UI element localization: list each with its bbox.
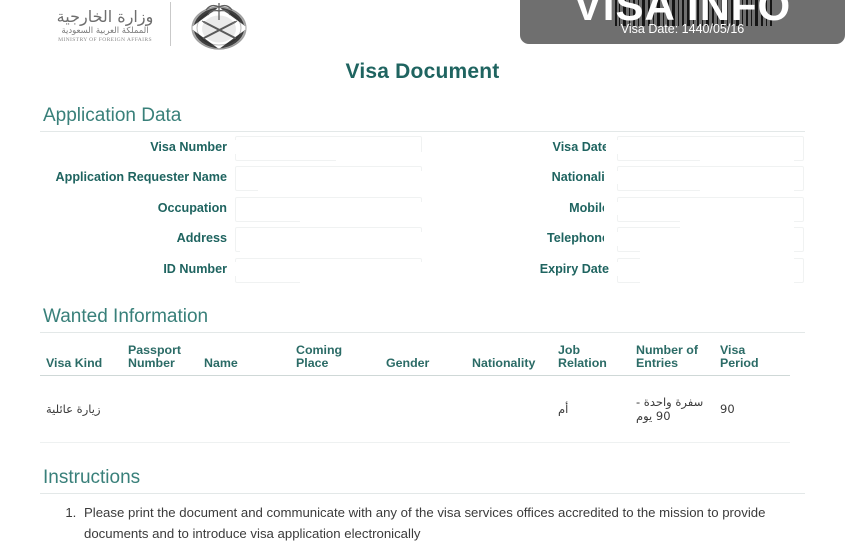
document-header: وزارة الخارجية المملكة العربية السعودية … bbox=[0, 0, 845, 56]
cell-number-of-entries: سفرة واحدة - 90 يوم bbox=[630, 375, 714, 444]
column-header-coming-place: Coming Place bbox=[290, 343, 380, 377]
column-header-name: Name bbox=[198, 344, 290, 377]
ministry-of-foreign-affairs-logo: وزارة الخارجية المملكة العربية السعودية … bbox=[44, 4, 166, 48]
application-data-form: Visa Number Visa Date Application Reques… bbox=[40, 136, 805, 288]
form-field-application-requester-name: Application Requester Name bbox=[40, 166, 422, 192]
form-field-telephone: Telephone bbox=[422, 227, 804, 253]
application-data-heading: Application Data bbox=[43, 105, 182, 126]
form-row: Visa Number Visa Date bbox=[40, 136, 805, 166]
list-item: Please print the document and communicat… bbox=[80, 503, 805, 544]
wanted-information-table: Visa Kind Passport Number Name Coming Pl… bbox=[40, 343, 790, 444]
application-requester-name-input[interactable] bbox=[235, 166, 422, 192]
form-field-nationality: Nationalit bbox=[422, 166, 804, 192]
field-label: Nationalit bbox=[551, 170, 609, 185]
id-number-input[interactable] bbox=[235, 257, 422, 283]
form-row: Application Requester Name Nationalit bbox=[40, 166, 805, 196]
ministry-name-arabic: وزارة الخارجية bbox=[56, 6, 155, 26]
page-title: Visa Document bbox=[345, 60, 500, 83]
field-label: Application Requester Name bbox=[55, 170, 227, 185]
column-header-nationality: Nationality bbox=[466, 344, 552, 377]
field-label: Visa Date bbox=[552, 140, 609, 154]
cell-visa-period: 90 bbox=[714, 375, 790, 444]
form-row: Occupation Mobile bbox=[40, 196, 805, 227]
field-label: Address bbox=[176, 231, 227, 246]
occupation-input[interactable] bbox=[235, 196, 422, 222]
form-row: Address Telephone bbox=[40, 227, 805, 257]
logo-divider bbox=[170, 2, 171, 46]
form-row: ID Number Expiry Date bbox=[40, 257, 805, 288]
table-row: زيارة عائلية أم سفرة واحدة - 90 يوم 90 bbox=[40, 375, 790, 444]
column-header-gender: Gender bbox=[380, 344, 466, 377]
address-input[interactable] bbox=[235, 227, 422, 253]
form-field-address: Address bbox=[40, 227, 422, 253]
cell-name bbox=[198, 375, 290, 444]
column-header-job-relation: Job Relation bbox=[552, 343, 630, 377]
field-label: Mobile bbox=[569, 200, 609, 215]
column-header-passport-number: Passport Number bbox=[122, 343, 198, 377]
column-header-visa-kind: Visa Kind bbox=[40, 344, 122, 377]
field-label: ID Number bbox=[163, 261, 227, 276]
form-field-id-number: ID Number bbox=[40, 257, 422, 283]
field-label: Occupation bbox=[157, 200, 227, 215]
cell-job-relation: أم bbox=[552, 375, 630, 444]
telephone-input[interactable] bbox=[617, 227, 804, 253]
section-divider bbox=[40, 493, 805, 494]
expiry-date-input[interactable] bbox=[617, 257, 804, 283]
section-divider bbox=[40, 131, 805, 132]
instructions-list: Please print the document and communicat… bbox=[40, 503, 805, 544]
saudi-national-emblem-icon bbox=[180, 0, 258, 52]
application-data-section: Application Data bbox=[40, 104, 805, 132]
table-header-row: Visa Kind Passport Number Name Coming Pl… bbox=[40, 343, 790, 377]
wanted-information-section: Wanted Information bbox=[40, 305, 805, 333]
instructions-heading: Instructions bbox=[43, 467, 141, 488]
form-field-visa-number: Visa Number bbox=[40, 136, 422, 161]
mobile-input[interactable] bbox=[617, 196, 804, 222]
visa-date-label: Visa Date: 1440/05/16 bbox=[620, 22, 745, 36]
section-divider bbox=[40, 332, 805, 333]
form-field-expiry-date: Expiry Date bbox=[422, 257, 804, 283]
column-header-visa-period: Visa Period bbox=[714, 343, 790, 377]
visa-number-input[interactable] bbox=[235, 136, 422, 161]
ministry-name-english: MINISTRY OF FOREIGN AFFAIRS bbox=[58, 36, 152, 43]
cell-gender bbox=[380, 375, 466, 444]
field-label: Expiry Date bbox=[539, 261, 609, 276]
form-field-visa-date: Visa Date bbox=[422, 136, 804, 161]
nationality-input[interactable] bbox=[617, 166, 804, 192]
field-label: Visa Number bbox=[150, 140, 227, 154]
field-label: Telephone bbox=[546, 231, 609, 246]
visa-date-input[interactable] bbox=[617, 136, 804, 161]
cell-passport-number bbox=[122, 375, 198, 444]
wanted-information-heading: Wanted Information bbox=[43, 306, 209, 327]
cell-nationality bbox=[466, 375, 552, 444]
cell-visa-kind: زيارة عائلية bbox=[40, 375, 122, 444]
country-name-arabic: المملكة العربية السعودية bbox=[61, 25, 149, 36]
form-field-mobile: Mobile bbox=[422, 196, 804, 222]
cell-coming-place bbox=[290, 375, 380, 444]
column-header-number-of-entries: Number of Entries bbox=[630, 343, 714, 377]
visa-info-badge: VISA INFO Visa Date: 1440/05/16 bbox=[520, 0, 845, 44]
instructions-section: Instructions Please print the document a… bbox=[40, 466, 805, 544]
visa-document-page: وزارة الخارجية المملكة العربية السعودية … bbox=[0, 0, 845, 550]
form-field-occupation: Occupation bbox=[40, 196, 422, 222]
